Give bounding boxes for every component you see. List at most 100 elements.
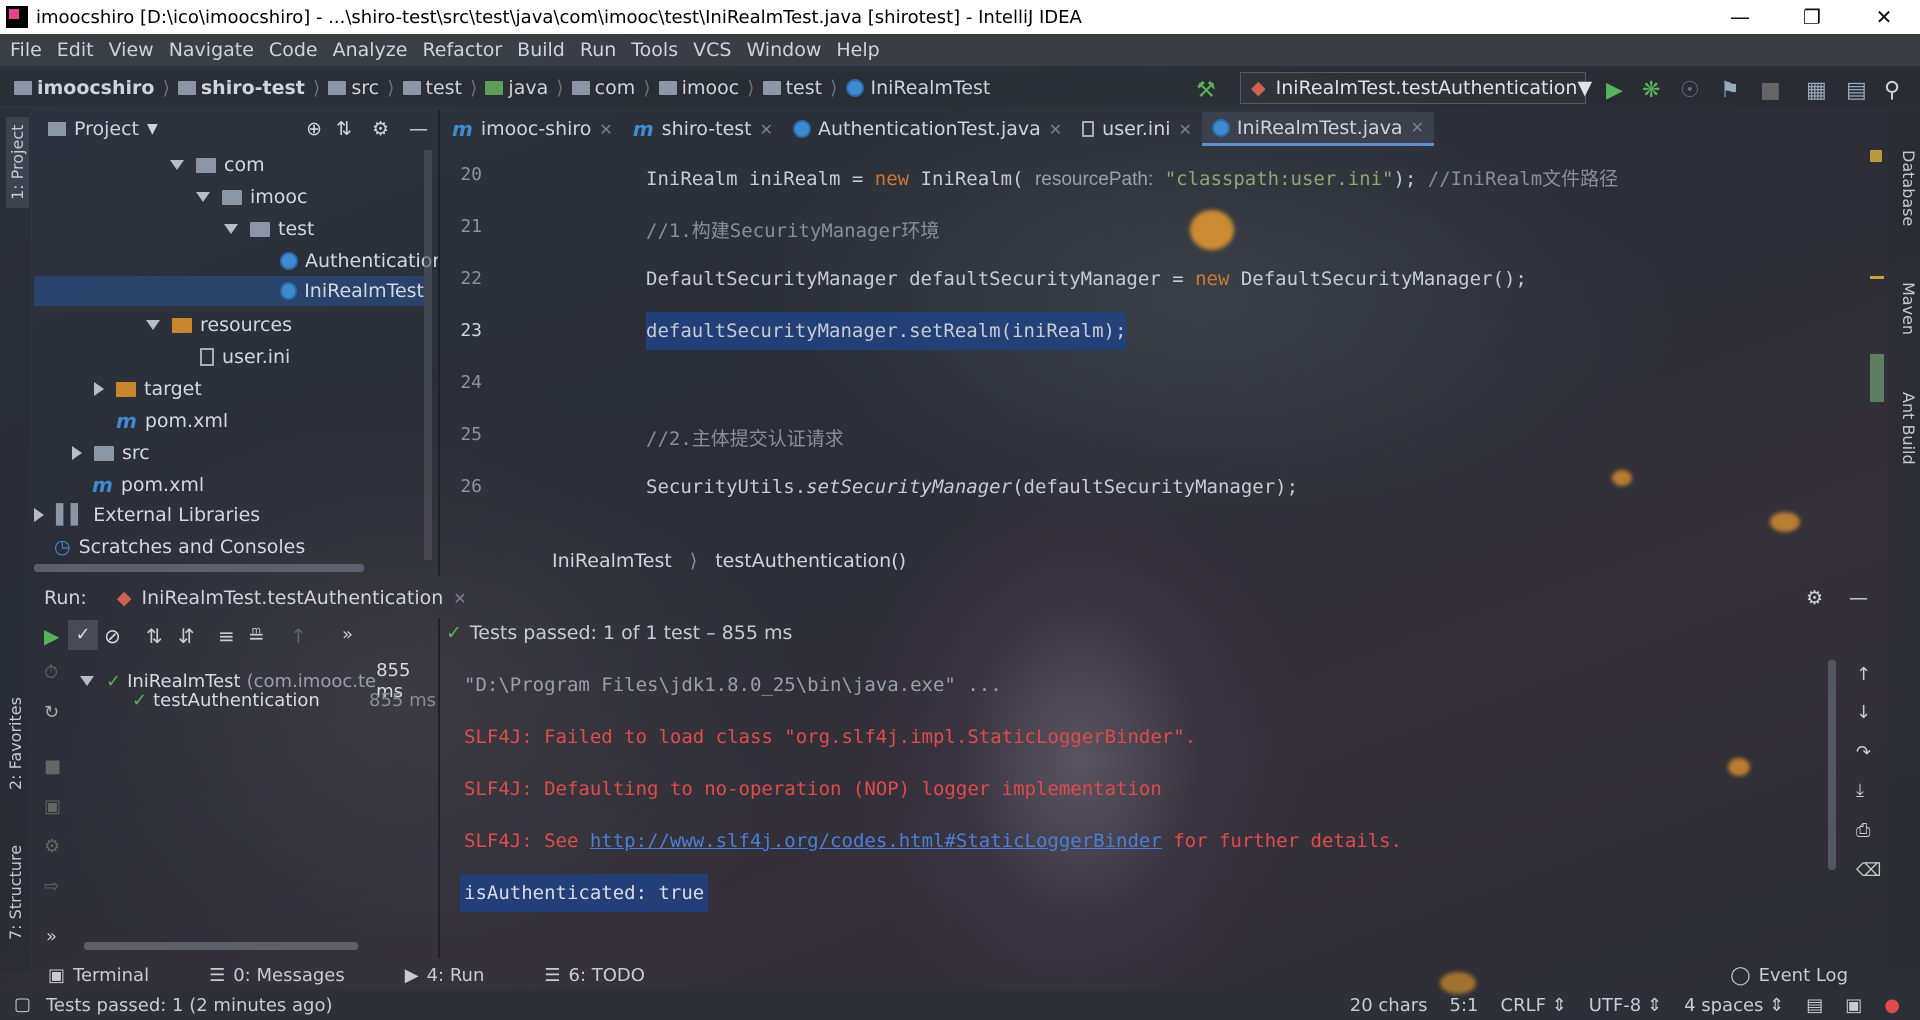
- profile-icon[interactable]: ⚑: [1720, 78, 1742, 103]
- memory-icon[interactable]: ▣: [1845, 995, 1862, 1016]
- menu-code[interactable]: Code: [269, 39, 318, 61]
- tab-inirealmtest[interactable]: IniRealmTest.java ✕: [1201, 112, 1434, 146]
- run-icon[interactable]: ▶: [1606, 78, 1628, 103]
- gear-icon[interactable]: ⚙: [1806, 587, 1823, 609]
- breadcrumb-item[interactable]: imooc ⟩: [658, 77, 755, 99]
- tree-item-test[interactable]: test: [224, 214, 315, 244]
- event-log-tab[interactable]: ◯ Event Log: [1730, 965, 1878, 986]
- menu-file[interactable]: File: [10, 39, 42, 61]
- run-tab[interactable]: IniRealmTest.testAuthentication: [141, 587, 443, 609]
- stop-icon[interactable]: ■: [44, 756, 61, 777]
- tree-item-pom-xml-root[interactable]: m pom.xml: [92, 470, 204, 500]
- menu-tools[interactable]: Tools: [631, 39, 678, 61]
- expand-icon[interactable]: [224, 224, 238, 234]
- expand-icon[interactable]: [80, 676, 94, 686]
- structure-tool-button[interactable]: 7: Structure: [6, 845, 25, 940]
- breadcrumb-item[interactable]: IniRealmTest: [845, 77, 990, 99]
- expand-icon[interactable]: [94, 382, 104, 396]
- up-arrow-icon[interactable]: ↑: [1856, 664, 1871, 685]
- project-tool-button[interactable]: 1: Project: [6, 116, 29, 208]
- collapse-all-icon[interactable]: ≞: [248, 624, 265, 648]
- stop-icon[interactable]: ■: [1760, 78, 1782, 103]
- history-icon[interactable]: ⏱: [44, 662, 58, 683]
- warning-marker[interactable]: [1870, 150, 1882, 162]
- close-icon[interactable]: ✕: [1179, 120, 1192, 139]
- show-passed-icon[interactable]: ✓: [68, 620, 98, 650]
- previous-failed-icon[interactable]: ↑: [290, 624, 307, 648]
- run-configuration-select[interactable]: ◆ IniRealmTest.testAuthentication ▼: [1240, 72, 1592, 104]
- locate-icon[interactable]: ⊕: [306, 118, 322, 140]
- menu-window[interactable]: Window: [746, 39, 821, 61]
- tree-item-authentication[interactable]: Authentication: [280, 246, 438, 276]
- tree-item-imooc[interactable]: imooc: [196, 182, 307, 212]
- expand-icon[interactable]: [34, 508, 44, 522]
- down-arrow-icon[interactable]: ↓: [1856, 702, 1871, 723]
- restore-button[interactable]: ❐: [1776, 5, 1848, 29]
- editor-crumb-method[interactable]: testAuthentication(): [715, 550, 906, 572]
- soft-wrap-icon[interactable]: ↷: [1856, 742, 1871, 763]
- code-editor[interactable]: IniRealm iniRealm = new IniRealm( resour…: [540, 148, 1840, 540]
- scroll-to-end-icon[interactable]: ⤓: [1856, 780, 1864, 801]
- close-icon[interactable]: ✕: [760, 120, 773, 139]
- gear-icon[interactable]: ⚙: [372, 118, 389, 140]
- lock-icon[interactable]: ▤: [1806, 995, 1823, 1016]
- favorites-tool-button[interactable]: 2: Favorites: [6, 697, 25, 790]
- tab-user-ini[interactable]: user.ini ✕: [1072, 112, 1202, 146]
- menu-edit[interactable]: Edit: [57, 39, 94, 61]
- expand-icon[interactable]: [170, 160, 184, 170]
- tree-item-user-ini[interactable]: user.ini: [200, 342, 290, 372]
- collapse-all-icon[interactable]: ⇅: [336, 118, 352, 140]
- console-scrollbar[interactable]: [1828, 660, 1836, 870]
- test-tree-hscrollbar[interactable]: [84, 942, 358, 950]
- show-ignored-icon[interactable]: ⊘: [104, 624, 121, 648]
- console-output[interactable]: "D:\Program Files\jdk1.8.0_25\bin\java.e…: [440, 656, 1840, 956]
- tree-item-src[interactable]: src: [72, 438, 150, 468]
- settings-icon[interactable]: ⚙: [44, 836, 60, 857]
- breadcrumb-item[interactable]: test ⟩: [402, 77, 477, 99]
- tree-item-inirealmtest[interactable]: IniRealmTest: [34, 276, 424, 306]
- menu-view[interactable]: View: [109, 39, 154, 61]
- tab-shiro-test[interactable]: m shiro-test ✕: [623, 112, 783, 146]
- expand-icon[interactable]: [196, 192, 210, 202]
- database-tool-button[interactable]: Database: [1899, 150, 1918, 226]
- ant-build-tool-button[interactable]: Ant Build: [1899, 392, 1918, 465]
- breadcrumb-item[interactable]: java ⟩: [485, 77, 564, 99]
- layout-icon[interactable]: ▢: [14, 994, 31, 1015]
- tree-item-target[interactable]: target: [94, 374, 202, 404]
- editor-scroll-thumb[interactable]: [1870, 354, 1884, 402]
- breadcrumb-item[interactable]: src ⟩: [328, 77, 395, 99]
- tree-item-external-libraries[interactable]: ▌▌ External Libraries: [34, 500, 260, 530]
- caret-position[interactable]: 5:1: [1450, 995, 1479, 1016]
- breadcrumb-item[interactable]: imoocshiro ⟩: [14, 77, 170, 99]
- breadcrumb-item[interactable]: com ⟩: [571, 77, 651, 99]
- chevron-down-icon[interactable]: ▼: [147, 121, 158, 137]
- error-icon[interactable]: ●: [1884, 995, 1900, 1016]
- menu-help[interactable]: Help: [836, 39, 879, 61]
- menu-navigate[interactable]: Navigate: [169, 39, 254, 61]
- tab-imooc-shiro[interactable]: m imooc-shiro ✕: [442, 112, 623, 146]
- menu-build[interactable]: Build: [517, 39, 565, 61]
- slf4j-link[interactable]: http://www.slf4j.org/codes.html#StaticLo…: [590, 830, 1162, 852]
- menu-vcs[interactable]: VCS: [693, 39, 731, 61]
- close-button[interactable]: ✕: [1848, 5, 1920, 29]
- tab-authenticationtest[interactable]: AuthenticationTest.java ✕: [783, 112, 1072, 146]
- expand-icon[interactable]: [72, 446, 82, 460]
- trash-icon[interactable]: ⌫: [1856, 860, 1881, 881]
- camera-icon[interactable]: ▣: [44, 796, 61, 817]
- expand-icon[interactable]: [146, 320, 160, 330]
- close-icon[interactable]: ✕: [453, 589, 466, 608]
- coverage-icon[interactable]: ☉: [1680, 78, 1702, 103]
- layout-icon[interactable]: ▤: [1846, 78, 1868, 103]
- indent-setting[interactable]: 4 spaces ⇕: [1684, 995, 1784, 1016]
- sort-duration-icon[interactable]: ⇵: [178, 624, 195, 648]
- project-view-select[interactable]: Project: [74, 118, 139, 140]
- tree-item-com[interactable]: com: [170, 150, 265, 180]
- file-encoding[interactable]: UTF-8 ⇕: [1589, 995, 1662, 1016]
- tree-item-resources[interactable]: resources: [146, 310, 292, 340]
- hide-icon[interactable]: —: [1849, 587, 1868, 609]
- tree-item-pom-xml[interactable]: m pom.xml: [116, 406, 228, 436]
- hide-icon[interactable]: —: [409, 118, 428, 140]
- breadcrumb-item[interactable]: shiro-test ⟩: [177, 77, 320, 99]
- menu-analyze[interactable]: Analyze: [333, 39, 408, 61]
- messages-tab[interactable]: ☰ 0: Messages: [209, 965, 375, 986]
